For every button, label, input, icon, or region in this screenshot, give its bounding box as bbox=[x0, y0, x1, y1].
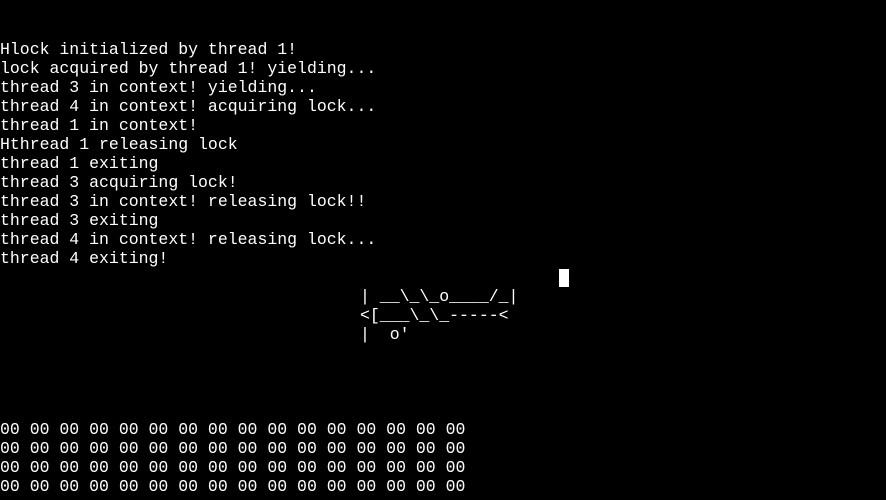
log-line: thread 3 in context! yielding... bbox=[0, 78, 317, 97]
log-line: Hthread 1 releasing lock bbox=[0, 135, 238, 154]
ascii-art-line: | o' bbox=[360, 325, 410, 344]
text-cursor bbox=[559, 269, 569, 287]
log-line: thread 4 in context! releasing lock... bbox=[0, 230, 377, 249]
ascii-art-line: <[___\_\_-----< bbox=[360, 306, 509, 325]
hex-row: 00 00 00 00 00 00 00 00 00 00 00 00 00 0… bbox=[0, 458, 466, 477]
log-line: thread 1 exiting bbox=[0, 154, 159, 173]
log-line: thread 1 in context! bbox=[0, 116, 199, 135]
hex-row: 00 00 00 00 00 00 00 00 00 00 00 00 00 0… bbox=[0, 439, 466, 458]
log-line: lock acquired by thread 1! yielding... bbox=[0, 59, 377, 78]
log-line: thread 3 acquiring lock! bbox=[0, 173, 238, 192]
log-line: thread 4 in context! acquiring lock... bbox=[0, 97, 377, 116]
log-line: thread 3 exiting bbox=[0, 211, 159, 230]
log-line: thread 4 exiting! bbox=[0, 249, 169, 268]
terminal-screen[interactable]: Hlock initialized by thread 1! lock acqu… bbox=[0, 0, 886, 500]
hex-row: 00 00 00 00 00 00 00 00 00 00 00 00 00 0… bbox=[0, 477, 466, 496]
log-output: Hlock initialized by thread 1! lock acqu… bbox=[0, 40, 376, 268]
hex-dump: 00 00 00 00 00 00 00 00 00 00 00 00 00 0… bbox=[0, 420, 465, 496]
hex-row: 00 00 00 00 00 00 00 00 00 00 00 00 00 0… bbox=[0, 420, 466, 439]
ascii-art: | __\_\_o____/_| <[___\_\_-----< | o' bbox=[360, 287, 518, 344]
log-line: thread 3 in context! releasing lock!! bbox=[0, 192, 367, 211]
ascii-art-line: | __\_\_o____/_| bbox=[360, 287, 519, 306]
log-line: Hlock initialized by thread 1! bbox=[0, 40, 298, 59]
